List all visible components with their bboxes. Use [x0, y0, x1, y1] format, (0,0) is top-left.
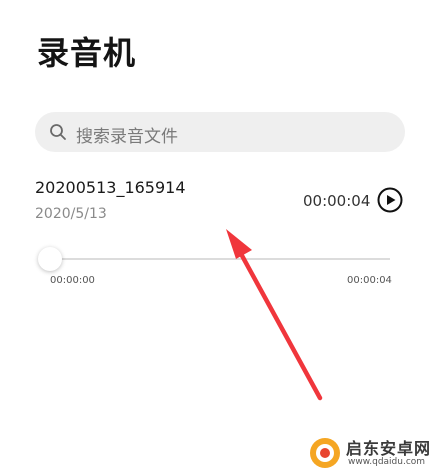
recording-list-item[interactable]: 20200513_165914 2020/5/13 00:00:04 00:00… [0, 168, 436, 298]
playback-slider-thumb[interactable] [38, 247, 62, 271]
page-title: 录音机 [37, 34, 137, 72]
playback-progress-track[interactable] [50, 258, 390, 260]
recording-file-name: 20200513_165914 [35, 178, 186, 197]
current-time: 00:00:00 [50, 275, 95, 286]
watermark: 启东安卓网 www.qdaidu.com [306, 434, 434, 472]
search-bar[interactable]: 搜索录音文件 [35, 112, 405, 152]
recording-date: 2020/5/13 [35, 206, 107, 222]
play-button[interactable] [377, 187, 403, 213]
watermark-url: www.qdaidu.com [348, 457, 426, 467]
search-placeholder: 搜索录音文件 [76, 127, 178, 147]
play-icon [377, 187, 403, 213]
total-time: 00:00:04 [347, 275, 392, 286]
watermark-logo-icon [310, 438, 340, 468]
watermark-name: 启东安卓网 [346, 439, 432, 458]
search-icon [50, 124, 66, 140]
recording-duration: 00:00:04 [303, 192, 371, 210]
